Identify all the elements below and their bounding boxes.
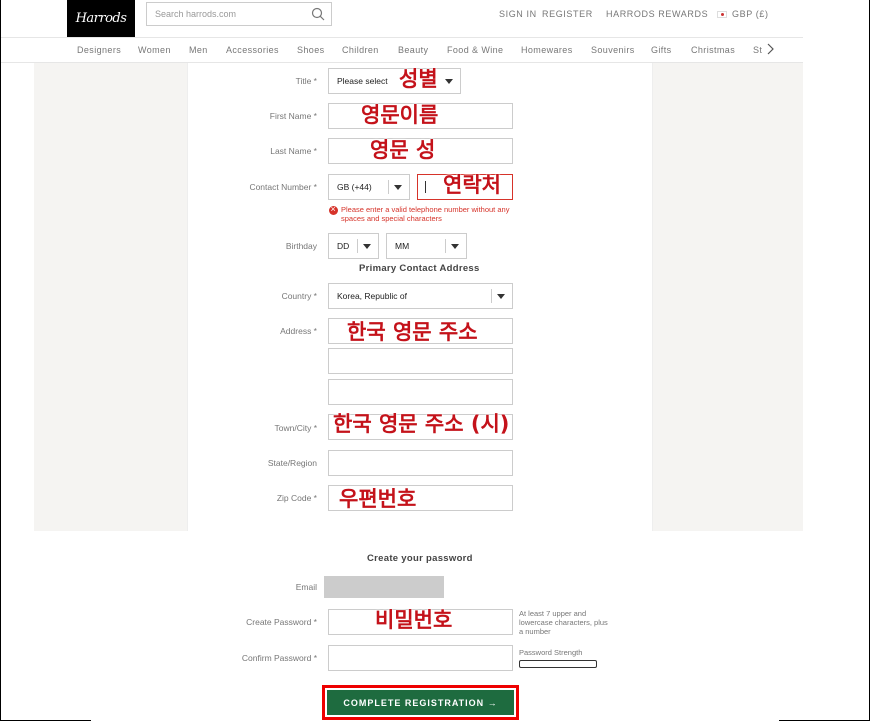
currency-selector[interactable]: GBP (£) [732, 9, 769, 19]
category-nav: Designers Women Men Accessories Shoes Ch… [1, 37, 803, 63]
confirm-password-label: Confirm Password * [241, 653, 317, 663]
first-name-label: First Name * [269, 111, 317, 121]
phone-error-text: Please enter a valid telephone number wi… [341, 205, 510, 223]
annotation-city: 한국 영문 주소 (시) [333, 412, 510, 436]
caret-down-icon [451, 244, 459, 249]
annotation-address: 한국 영문 주소 [347, 320, 478, 344]
country-value: Korea, Republic of [337, 291, 407, 301]
confirm-password-field[interactable] [328, 645, 513, 671]
register-link[interactable]: REGISTER [542, 9, 593, 19]
search-input[interactable]: Search harrods.com [146, 2, 332, 26]
birthday-month-select[interactable]: MM [386, 233, 467, 259]
password-hint: At least 7 upper and lowercase character… [519, 609, 608, 636]
birthday-label: Birthday [285, 241, 317, 251]
country-label: Country * [281, 291, 317, 301]
harrods-logo[interactable]: Harrods [67, 0, 135, 37]
select-divider [357, 239, 358, 253]
birthday-month-value: MM [395, 241, 410, 251]
address-line-3-field[interactable] [328, 379, 513, 405]
country-select[interactable]: Korea, Republic of [328, 283, 513, 309]
town-city-label: Town/City * [274, 423, 317, 433]
complete-registration-button[interactable]: COMPLETE REGISTRATION → [327, 690, 514, 715]
country-code-value: GB (+44) [337, 182, 372, 192]
zip-code-label: Zip Code * [276, 493, 317, 503]
annotation-password: 비밀번호 [375, 608, 453, 632]
title-label: Title * [295, 76, 317, 86]
title-select[interactable]: Please select [328, 68, 461, 94]
nav-item-st[interactable]: St [753, 45, 762, 55]
rewards-link[interactable]: HARRODS REWARDS [606, 9, 708, 19]
password-strength-meter [519, 660, 597, 668]
state-region-field[interactable] [328, 450, 513, 476]
submit-highlight: COMPLETE REGISTRATION → [322, 685, 519, 720]
country-code-select[interactable]: GB (+44) [328, 174, 410, 200]
caret-down-icon [363, 244, 371, 249]
nav-item-shoes[interactable]: Shoes [297, 45, 325, 55]
text-cursor [425, 181, 426, 193]
create-password-label: Create Password * [246, 617, 317, 627]
primary-address-heading: Primary Contact Address [359, 263, 480, 274]
select-divider [491, 289, 492, 303]
error-icon [329, 205, 338, 215]
annotation-gender: 성별 [399, 67, 438, 91]
email-label: Email [295, 582, 317, 592]
phone-error-message: Please enter a valid telephone number wi… [329, 205, 519, 223]
nav-item-homewares[interactable]: Homewares [521, 45, 573, 55]
contact-number-label: Contact Number * [249, 182, 317, 192]
search-placeholder: Search harrods.com [155, 9, 237, 19]
nav-item-souvenirs[interactable]: Souvenirs [591, 45, 635, 55]
chevron-right-icon[interactable] [766, 43, 774, 55]
caret-down-icon [445, 79, 453, 84]
nav-item-gifts[interactable]: Gifts [651, 45, 672, 55]
caret-down-icon [497, 294, 505, 299]
caret-down-icon [394, 185, 402, 190]
annotation-contact: 연락처 [443, 173, 501, 197]
search-icon[interactable] [311, 7, 325, 21]
title-value: Please select [337, 76, 388, 86]
nav-item-designers[interactable]: Designers [77, 45, 121, 55]
nav-item-women[interactable]: Women [138, 45, 171, 55]
email-value-redacted [324, 576, 444, 598]
sign-in-link[interactable]: SIGN IN [499, 9, 537, 19]
nav-item-men[interactable]: Men [189, 45, 208, 55]
nav-item-children[interactable]: Children [342, 45, 379, 55]
state-region-label: State/Region [267, 458, 317, 468]
nav-item-food-wine[interactable]: Food & Wine [447, 45, 503, 55]
birthday-day-value: DD [337, 241, 350, 251]
birthday-day-select[interactable]: DD [328, 233, 379, 259]
last-name-label: Last Name * [270, 146, 317, 156]
annotation-english-surname: 영문 성 [370, 138, 436, 162]
annotation-postcode: 우편번호 [339, 487, 417, 511]
create-password-heading: Create your password [367, 553, 473, 564]
page-frame: Harrods Search harrods.com SIGN IN REGIS… [0, 0, 870, 721]
site-header: Harrods Search harrods.com SIGN IN REGIS… [1, 0, 803, 37]
nav-item-christmas[interactable]: Christmas [691, 45, 735, 55]
address-line-2-field[interactable] [328, 348, 513, 374]
address-label: Address * [280, 326, 317, 336]
nav-item-accessories[interactable]: Accessories [226, 45, 279, 55]
nav-item-beauty[interactable]: Beauty [398, 45, 428, 55]
annotation-english-name: 영문이름 [361, 103, 439, 127]
password-strength-label: Password Strength [519, 648, 583, 657]
select-divider [388, 180, 389, 194]
select-divider [445, 239, 446, 253]
korea-flag-icon [717, 11, 727, 18]
